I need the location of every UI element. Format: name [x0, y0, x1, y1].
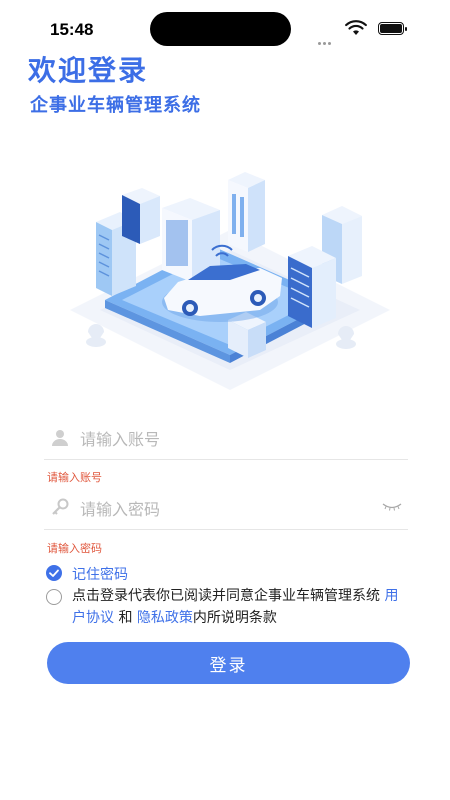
signal-dots-icon — [318, 30, 336, 45]
building-left-back — [122, 188, 160, 244]
key-icon — [52, 498, 69, 515]
password-error: 请输入密码 — [47, 542, 102, 555]
agreement-checkbox[interactable] — [46, 589, 62, 605]
building-back — [228, 172, 265, 252]
account-input[interactable] — [80, 424, 380, 454]
agreement-text: 点击登录代表你已阅读并同意企事业车辆管理系统 用户协议 和 隐私政策内所说明条款 — [72, 585, 412, 629]
check-icon — [49, 569, 59, 577]
agreement-text-2: 和 — [114, 610, 137, 626]
building-right-front — [288, 246, 336, 328]
account-error: 请输入账号 — [47, 471, 102, 484]
status-time: 15:48 — [50, 20, 94, 39]
user-icon — [52, 430, 68, 446]
password-input[interactable] — [80, 494, 380, 524]
password-field — [44, 490, 408, 530]
status-bar: 15:48 — [0, 0, 450, 50]
remember-label[interactable]: 记住密码 — [72, 564, 128, 584]
login-button[interactable]: 登录 — [47, 642, 410, 684]
privacy-policy-link[interactable]: 隐私政策 — [137, 610, 193, 626]
remember-checkbox[interactable] — [46, 565, 62, 581]
dynamic-island — [150, 12, 291, 46]
hero-illustration — [70, 172, 390, 390]
account-field — [44, 420, 408, 460]
eye-closed-icon[interactable] — [382, 502, 402, 512]
battery-icon — [378, 22, 407, 35]
agreement-text-1: 点击登录代表你已阅读并同意企事业车辆管理系统 — [72, 588, 385, 604]
agreement-text-3: 内所说明条款 — [192, 610, 277, 626]
wifi-icon — [345, 20, 367, 35]
page-subtitle: 企事业车辆管理系统 — [30, 95, 201, 116]
page-title: 欢迎登录 — [28, 54, 149, 87]
